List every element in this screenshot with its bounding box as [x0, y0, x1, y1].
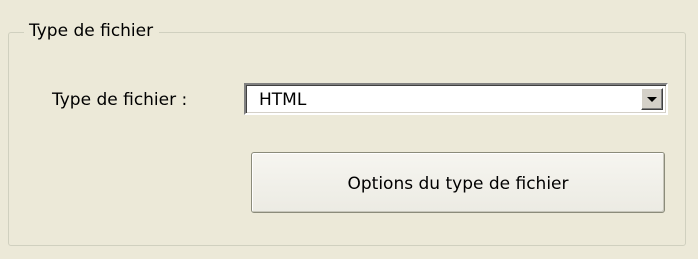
- file-type-dropdown[interactable]: HTML: [244, 83, 668, 115]
- chevron-down-icon: [647, 97, 657, 102]
- file-type-selected-value: HTML: [259, 90, 307, 110]
- file-type-options-button[interactable]: Options du type de fichier: [251, 152, 665, 213]
- dropdown-arrow-button[interactable]: [641, 88, 663, 110]
- groupbox-title: Type de fichier: [24, 20, 160, 42]
- file-type-groupbox: [8, 32, 686, 246]
- file-type-label: Type de fichier :: [52, 90, 188, 110]
